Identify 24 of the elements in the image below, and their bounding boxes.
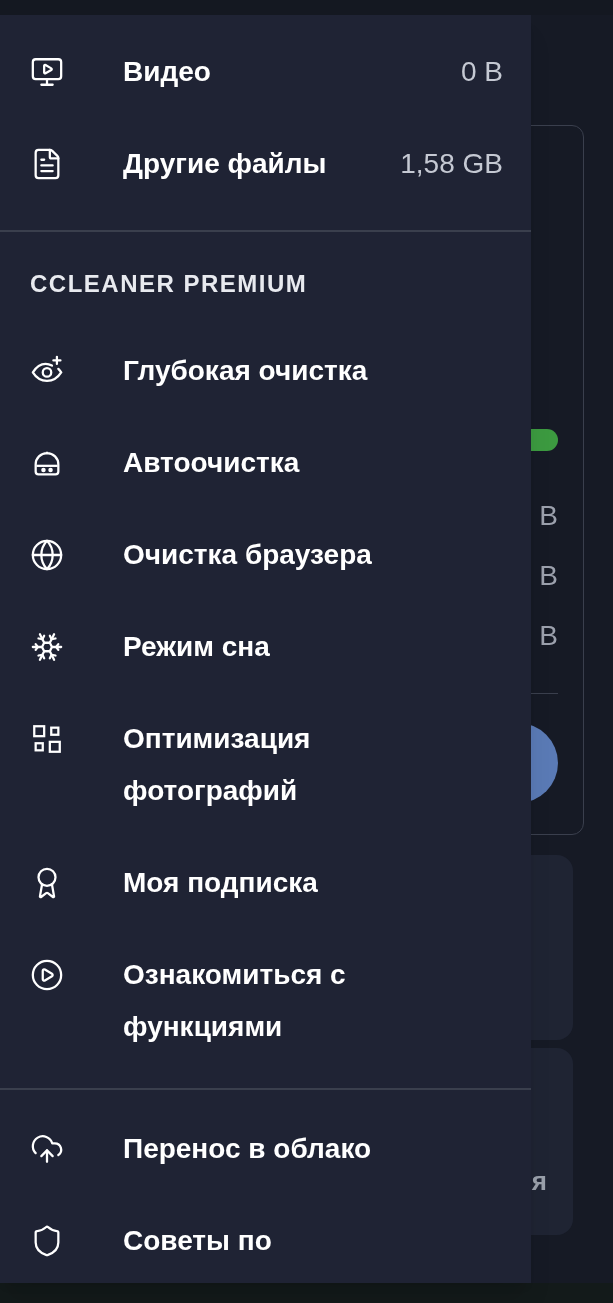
- menu-item[interactable]: Оптимизация фотографий: [0, 693, 531, 837]
- menu-item[interactable]: Моя подписка: [0, 837, 531, 929]
- card-text: я: [531, 1165, 547, 1198]
- size-value: 1,58 GB: [400, 147, 503, 181]
- card-value: B: [539, 559, 558, 593]
- menu-item[interactable]: Очистка браузера: [0, 509, 531, 601]
- monitor-play-icon: [30, 55, 64, 89]
- menu-item[interactable]: Видео 0 B: [0, 26, 531, 118]
- size-value: 0 B: [460, 55, 503, 89]
- play-circle-icon: [30, 958, 64, 992]
- section-header: CCLEANER PREMIUM: [30, 270, 308, 297]
- cloud-upload-icon: [30, 1132, 64, 1166]
- menu-item[interactable]: Перенос в облако: [0, 1103, 531, 1195]
- globe-icon: [30, 538, 64, 572]
- snowflake-icon: [30, 630, 64, 664]
- menu-item[interactable]: Другие файлы 1,58 GB: [0, 118, 531, 210]
- menu-item[interactable]: Советы по: [0, 1195, 531, 1283]
- card-value: B: [539, 619, 558, 653]
- menu-item[interactable]: Глубокая очистка: [0, 325, 531, 417]
- menu-item[interactable]: Ознакомиться с функциями: [0, 929, 531, 1073]
- card-value: B: [539, 499, 558, 533]
- menu-item[interactable]: Режим сна: [0, 601, 531, 693]
- squares-icon: [30, 722, 64, 756]
- menu-item[interactable]: Автоочистка: [0, 417, 531, 509]
